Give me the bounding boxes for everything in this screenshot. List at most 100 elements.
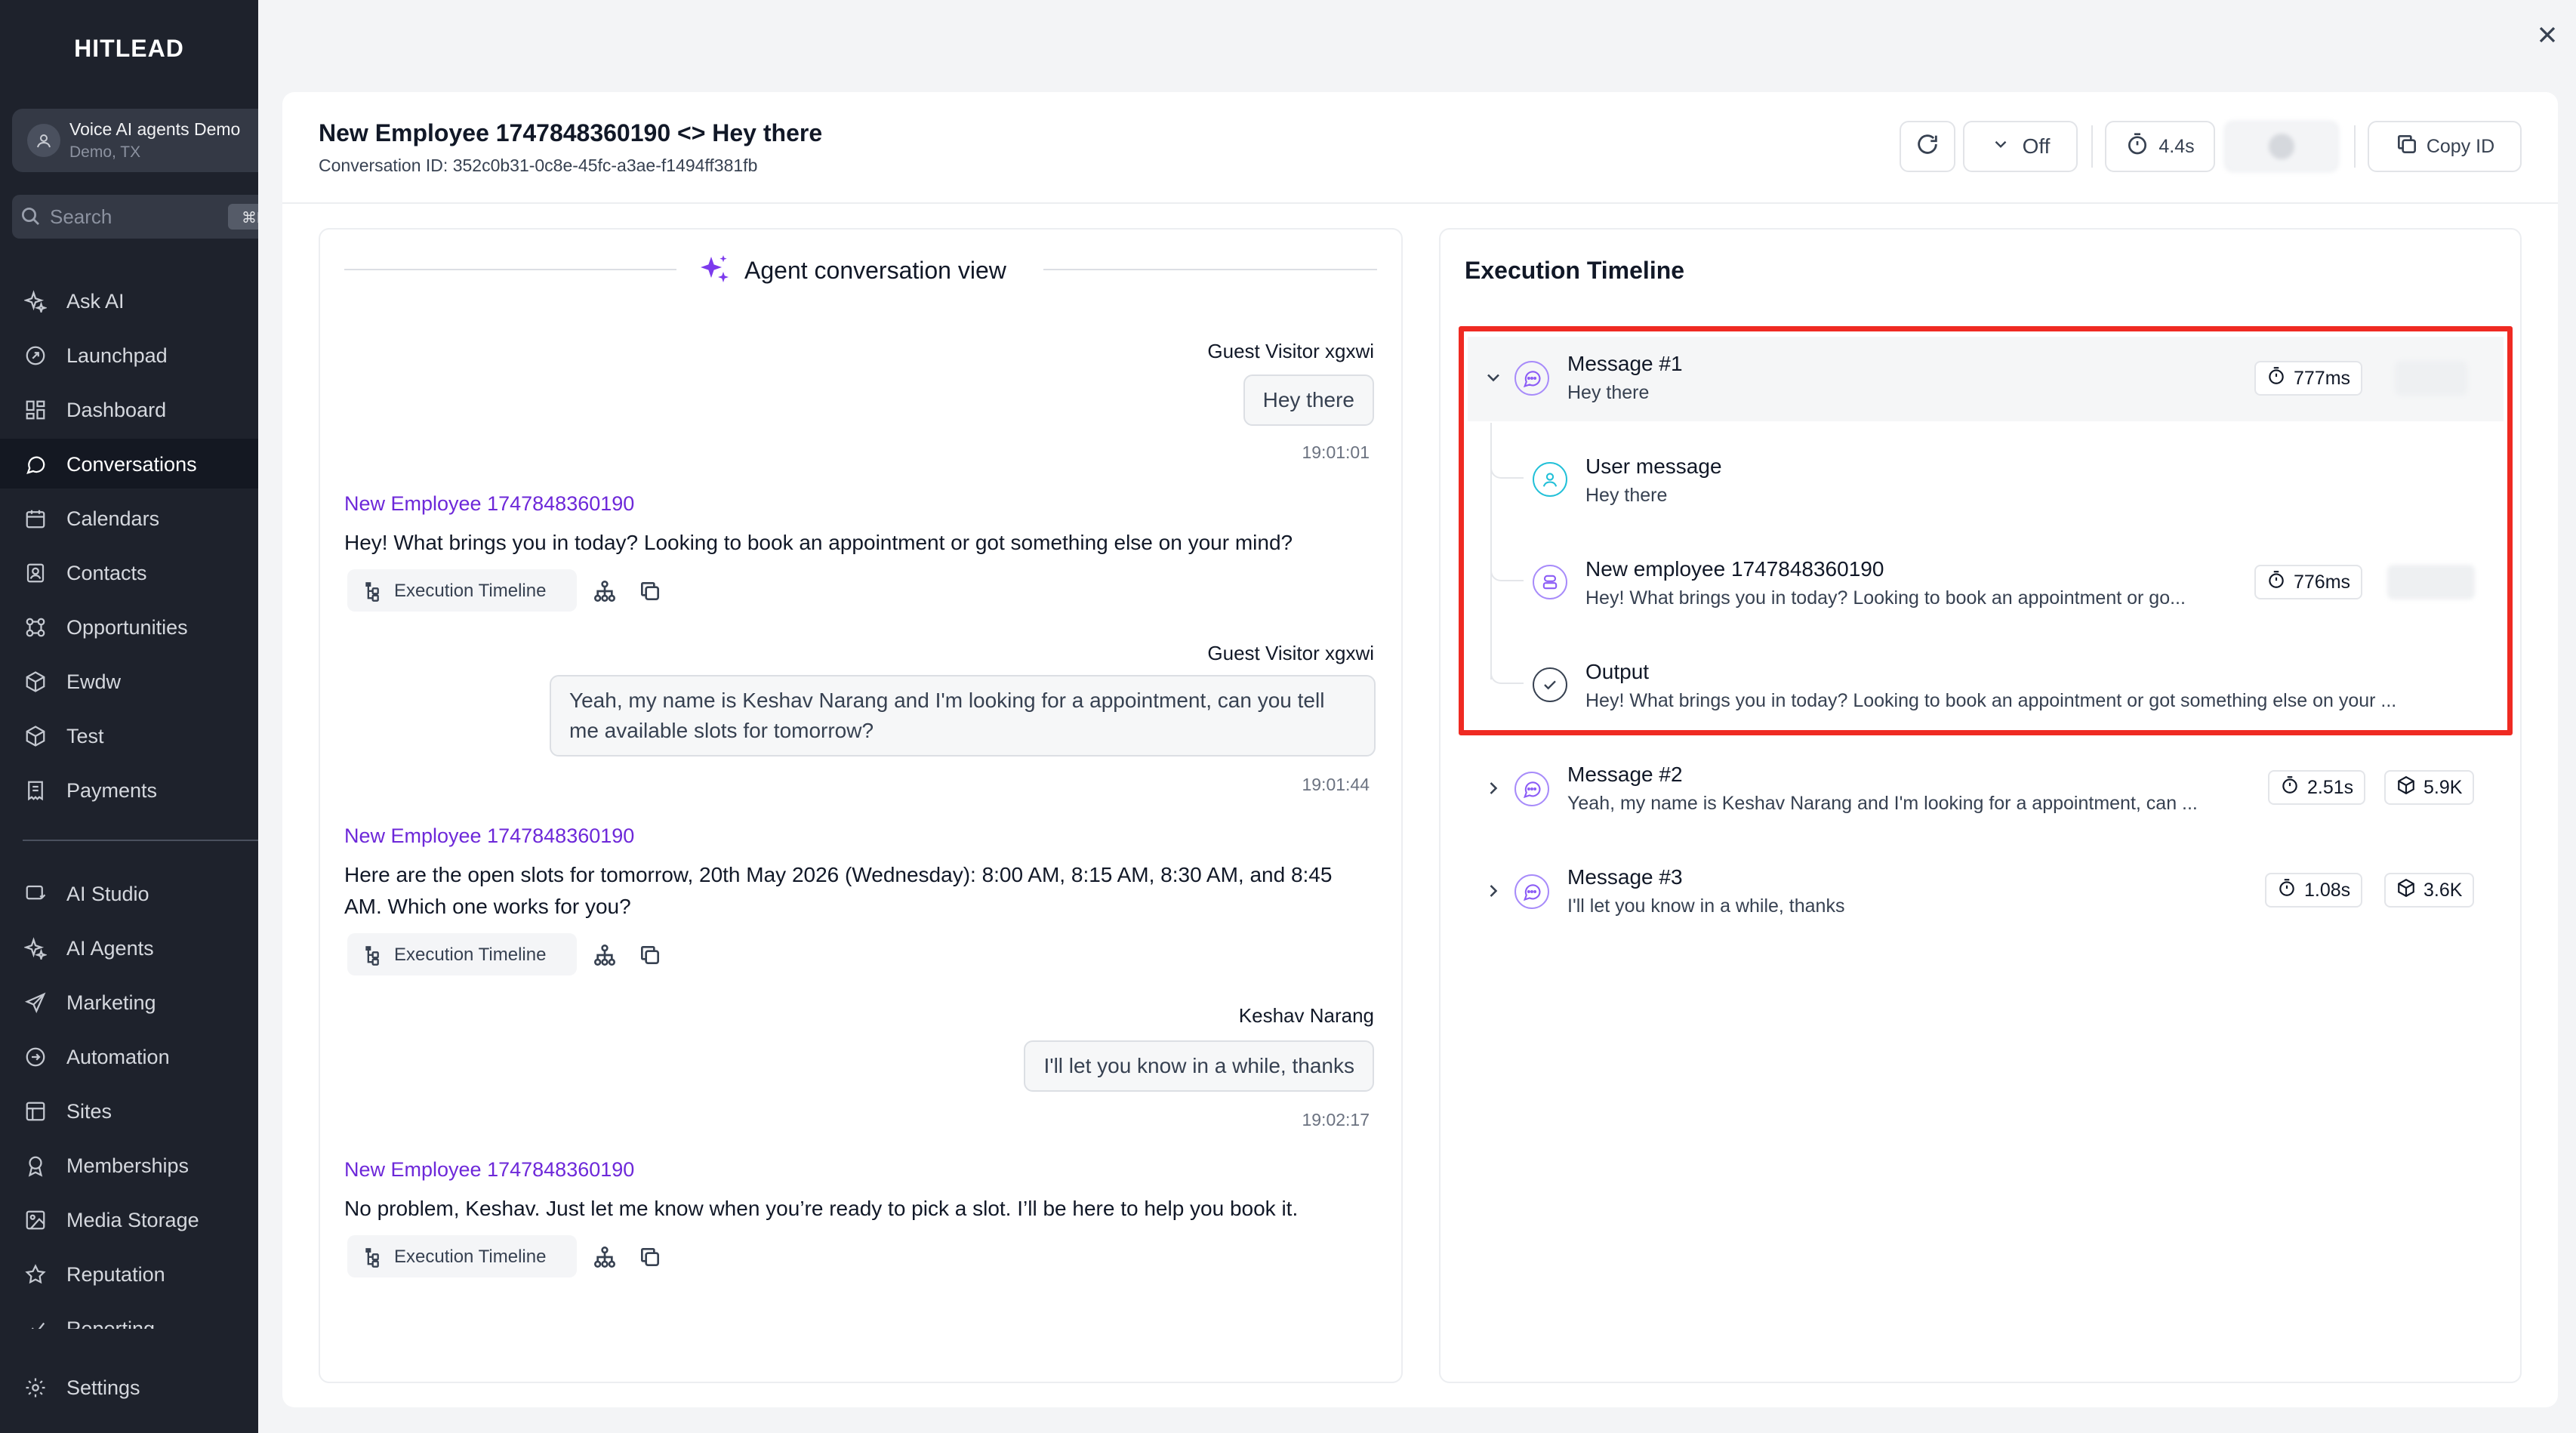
agent-message-text: Here are the open slots for tomorrow, 20… (344, 863, 1333, 918)
sparkle-icon (23, 288, 48, 314)
visitor-message-bubble: Yeah, my name is Keshav Narang and I'm l… (550, 675, 1376, 757)
conversation-view-title: Agent conversation view (744, 257, 1006, 284)
page-title: New Employee 1747848360190 <> Hey there (319, 119, 823, 146)
execution-timeline-button[interactable]: Execution Timeline (347, 569, 577, 612)
star-icon (23, 1262, 48, 1287)
conversation-id: Conversation ID: 352c0b31-0c8e-45fc-a3ae… (319, 156, 758, 175)
agent-message-text: Hey! What brings you in today? Looking t… (344, 531, 1293, 554)
agent-sender-name[interactable]: New Employee 1747848360190 (344, 1158, 634, 1182)
hierarchy-icon[interactable] (592, 578, 618, 604)
award-icon (23, 1153, 48, 1179)
message-timestamp: 19:01:44 (1302, 775, 1370, 794)
rocket-icon (23, 343, 48, 368)
sidebar-item-conversations[interactable]: Conversations (0, 439, 258, 488)
search-placeholder: Search (50, 205, 112, 228)
sidebar-item-test[interactable]: Test (0, 710, 258, 760)
sidebar-item-ask-ai[interactable]: Ask AI (0, 276, 258, 325)
toolbar-separator (2354, 125, 2356, 168)
sidebar-item-dashboard[interactable]: Dashboard (0, 384, 258, 434)
receipt-icon (23, 778, 48, 803)
sidebar-item-reputation[interactable]: Reputation (0, 1249, 258, 1299)
agent-sender-name[interactable]: New Employee 1747848360190 (344, 824, 634, 848)
sidebar-item-contacts[interactable]: Contacts (0, 547, 258, 597)
cube-icon (23, 723, 48, 749)
title-rule (1043, 269, 1377, 270)
tokens-pill: 3.6K (2384, 873, 2475, 908)
sparkle-icon (696, 252, 732, 292)
toolbar-separator (2091, 125, 2093, 168)
execution-timeline-button[interactable]: Execution Timeline (347, 933, 577, 975)
duration-pill: 2.51s (2268, 770, 2366, 805)
hierarchy-icon[interactable] (592, 942, 618, 968)
timeline-message-preview: I'll let you know in a while, thanks (1567, 895, 1845, 917)
title-rule (344, 269, 676, 270)
hierarchy-icon[interactable] (592, 1244, 618, 1270)
sidebar: HITLEAD Voice AI agents Demo Demo, TX Se… (0, 0, 267, 1433)
sidebar-item-ai-agents[interactable]: AI Agents (0, 923, 258, 972)
copy-id-button[interactable]: Copy ID (2368, 121, 2522, 172)
auto-refresh-toggle[interactable]: Off (1963, 121, 2078, 172)
sidebar-item-calendars[interactable]: Calendars (0, 493, 258, 543)
message-sender: Guest Visitor xgxwi (1207, 340, 1374, 362)
contacts-icon (23, 560, 48, 586)
visitor-message-bubble: Hey there (1243, 374, 1374, 426)
chevron-right-icon[interactable] (1483, 778, 1504, 799)
chat-bubble-icon (1514, 874, 1549, 909)
copy-icon[interactable] (637, 578, 663, 604)
user-icon (27, 124, 60, 157)
tokens-pill: 5.9K (2384, 770, 2475, 805)
sparkle-icon (23, 935, 48, 961)
account-name: Voice AI agents Demo (69, 119, 241, 139)
sidebar-item-payments[interactable]: Payments (0, 765, 258, 815)
sidebar-item-reporting[interactable]: Reporting (0, 1303, 258, 1329)
opportunities-icon (23, 615, 48, 640)
sidebar-search[interactable]: Search ⌘K (12, 195, 267, 239)
duration-badge: 4.4s (2105, 121, 2215, 172)
message-timestamp: 19:01:01 (1302, 442, 1370, 462)
stopwatch-icon (2125, 132, 2149, 162)
refresh-button[interactable] (1900, 121, 1955, 172)
header-divider (282, 202, 2558, 204)
image-icon (23, 1207, 48, 1233)
execution-timeline-button[interactable]: Execution Timeline (347, 1235, 577, 1277)
message-sender: Guest Visitor xgxwi (1207, 642, 1374, 664)
chat-bubble-icon (1514, 772, 1549, 806)
chat-bubble-icon (23, 451, 48, 477)
chevron-down-icon (1991, 134, 2011, 159)
timeline-message-name[interactable]: Message #2 (1567, 763, 1683, 787)
sidebar-item-launchpad[interactable]: Launchpad (0, 330, 258, 380)
cube-icon (23, 669, 48, 695)
tree-icon (364, 581, 385, 608)
duration-pill: 1.08s (2265, 873, 2363, 908)
grid-icon (23, 397, 48, 423)
send-icon (23, 990, 48, 1015)
sidebar-item-opportunities[interactable]: Opportunities (0, 602, 258, 652)
chart-line-icon (23, 1316, 48, 1329)
refresh-icon (1915, 131, 1940, 162)
sidebar-divider (23, 840, 258, 841)
sidebar-item-marketing[interactable]: Marketing (0, 977, 258, 1027)
sidebar-item-ai-studio[interactable]: AI Studio (0, 868, 258, 918)
sidebar-item-media-storage[interactable]: Media Storage (0, 1194, 258, 1244)
sidebar-item-automation[interactable]: Automation (0, 1031, 258, 1081)
chevron-right-icon[interactable] (1483, 880, 1504, 901)
sites-icon (23, 1099, 48, 1124)
copy-icon[interactable] (637, 1244, 663, 1270)
sidebar-item-memberships[interactable]: Memberships (0, 1140, 258, 1190)
stopwatch-icon (2277, 878, 2297, 903)
message-sender: Keshav Narang (1238, 1004, 1374, 1027)
timeline-message-preview: Yeah, my name is Keshav Narang and I'm l… (1567, 793, 2198, 814)
account-location: Demo, TX (69, 143, 141, 161)
sidebar-item-settings[interactable]: Settings (0, 1362, 258, 1412)
stopwatch-icon (2280, 775, 2300, 800)
account-switcher[interactable]: Voice AI agents Demo Demo, TX (12, 109, 258, 172)
agent-message-text: No problem, Keshav. Just let me know whe… (344, 1197, 1299, 1220)
agent-sender-name[interactable]: New Employee 1747848360190 (344, 492, 634, 516)
copy-icon[interactable] (637, 942, 663, 968)
sidebar-item-sites[interactable]: Sites (0, 1086, 258, 1136)
close-icon[interactable] (2534, 21, 2561, 48)
execution-timeline-title: Execution Timeline (1465, 257, 1685, 284)
sidebar-item-ewdw[interactable]: Ewdw (0, 656, 258, 706)
calendar-icon (23, 506, 48, 532)
timeline-message-name[interactable]: Message #3 (1567, 865, 1683, 889)
